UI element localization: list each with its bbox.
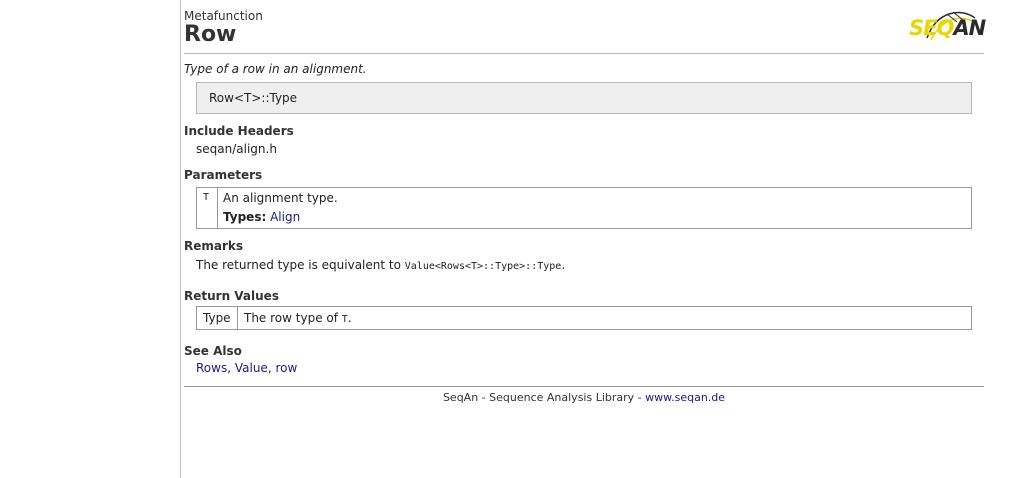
return-text-before: The row type of [244, 311, 342, 325]
param-name-cell: T [197, 188, 218, 228]
header-divider [184, 53, 984, 54]
entry-kind: Metafunction [184, 9, 263, 23]
return-name-cell: Type [197, 307, 238, 329]
logo-wordmark-an: AN [953, 16, 986, 40]
footer-text: SeqAn - Sequence Analysis Library - [442, 391, 646, 404]
return-text-after: . [347, 311, 352, 325]
param-type-link-align[interactable]: Align [270, 210, 300, 224]
param-types-label: Types: [223, 210, 267, 224]
see-also-separator: , [227, 361, 235, 375]
include-value: seqan/align.h [196, 142, 277, 156]
footer: SeqAn - Sequence Analysis Library - www.… [184, 391, 984, 404]
param-name: T [203, 192, 210, 203]
see-also-link-value[interactable]: Value [235, 361, 268, 375]
parameters-heading: Parameters [184, 168, 263, 182]
footer-link-seqan[interactable]: www.seqan.de [645, 391, 725, 404]
see-also-links: Rows, Value, row [196, 361, 297, 375]
signature-box: Row<T>::Type [196, 82, 972, 114]
remarks-text-before: The returned type is equivalent to [196, 258, 405, 272]
param-types: Types: Align [223, 210, 300, 224]
summary-text: Type of a row in an alignment. [184, 62, 367, 76]
return-values-table: Type The row type of T. [196, 306, 972, 330]
left-frame-border [180, 0, 181, 478]
remarks-text: The returned type is equivalent to Value… [196, 258, 565, 272]
see-also-link-row[interactable]: row [275, 361, 297, 375]
signature-text: Row<T>::Type [209, 91, 298, 105]
see-also-heading: See Also [184, 344, 242, 358]
return-description: The row type of T. [244, 311, 352, 325]
remarks-heading: Remarks [184, 239, 244, 253]
see-also-link-rows[interactable]: Rows [196, 361, 227, 375]
return-values-heading: Return Values [184, 289, 279, 303]
parameters-table: T An alignment type. Types: Align [196, 187, 972, 229]
logo-wordmark-seq: SEQ [909, 16, 954, 40]
logo-wordmark: SEQAN [909, 16, 986, 40]
seqan-logo[interactable]: SEQAN [909, 6, 986, 46]
remarks-text-after: . [561, 258, 566, 272]
param-description: An alignment type. [223, 191, 338, 205]
include-heading: Include Headers [184, 124, 294, 138]
page-title: Row [184, 22, 237, 47]
footer-divider [184, 386, 984, 387]
remarks-code: Value<Rows<T>::Type>::Type [404, 261, 562, 272]
return-name: Type [203, 311, 231, 325]
